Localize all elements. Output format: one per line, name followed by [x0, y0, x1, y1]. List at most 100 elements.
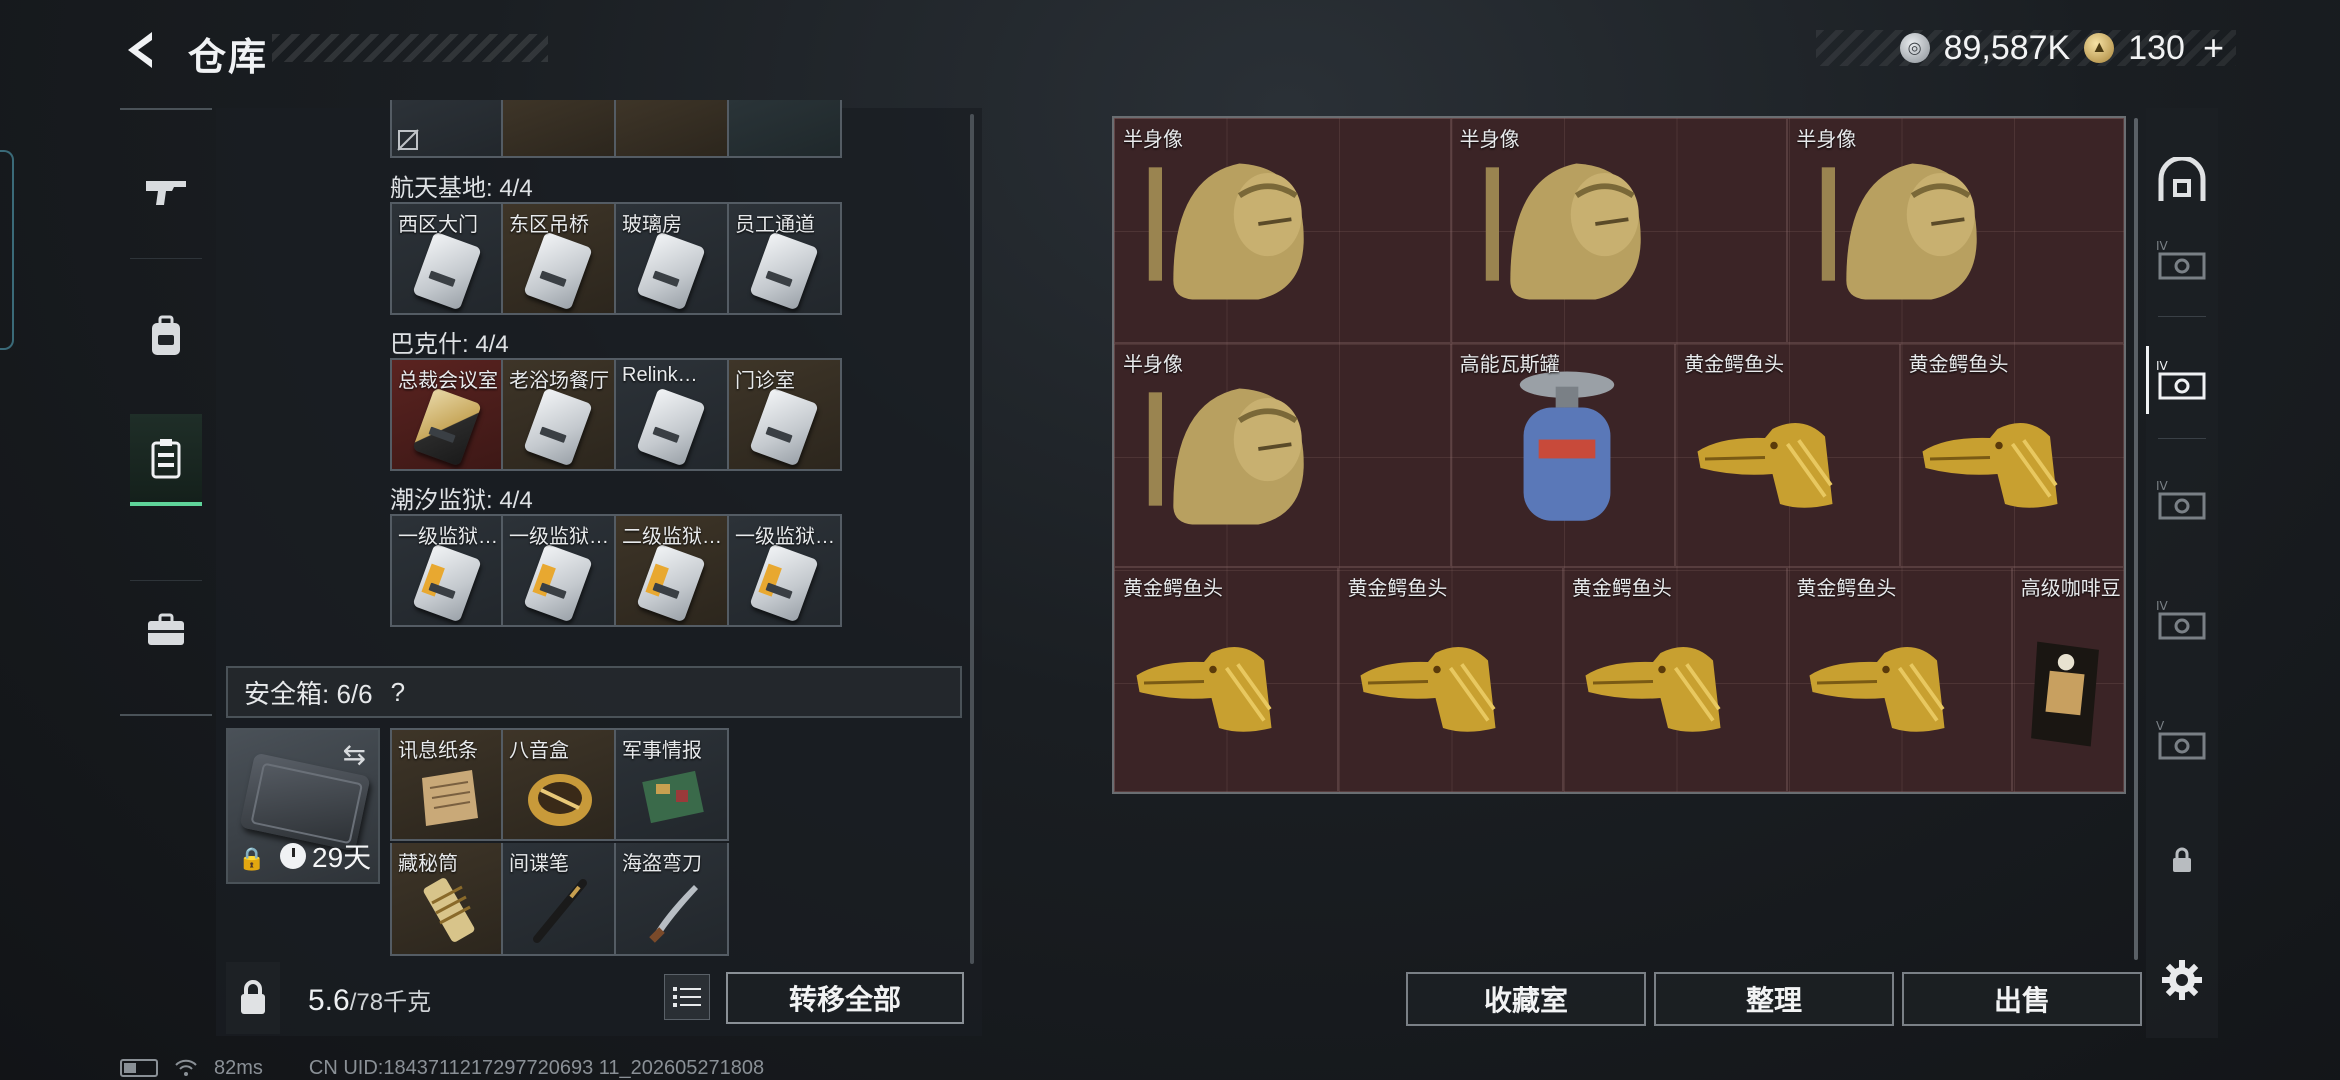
nav-weapons[interactable]	[130, 146, 202, 238]
lock-icon	[2173, 847, 2191, 872]
collection-room-button[interactable]: 收藏室	[1406, 972, 1646, 1026]
side-drawer-handle[interactable]	[0, 150, 14, 350]
keycard-slot[interactable]: 员工通道	[729, 202, 842, 315]
keycard-slot[interactable]: Relink…	[616, 358, 729, 471]
keycard-slot[interactable]: 东区吊桥	[503, 202, 616, 315]
status-bar: 82ms CN UID:1843711217297720693 11_20260…	[120, 1056, 764, 1080]
collection-scrollbar[interactable]	[2134, 118, 2138, 960]
keycard-icon	[636, 231, 706, 311]
svg-text:V: V	[2156, 719, 2165, 733]
collection-item-slot[interactable]: 黄金鳄鱼头	[1562, 567, 1788, 792]
collection-item-slot[interactable]: 黄金鳄鱼头	[1114, 567, 1339, 792]
back-button[interactable]	[112, 24, 172, 76]
add-currency-button[interactable]: +	[2203, 27, 2224, 69]
transfer-all-button[interactable]: 转移全部	[726, 972, 964, 1024]
collection-item-slot[interactable]: 高级咖啡豆	[2011, 567, 2124, 792]
golden-croc-head-icon	[1922, 422, 2058, 508]
tab-container-1[interactable]: IV	[2146, 206, 2218, 314]
safe-item-slot[interactable]: 军事情报	[616, 728, 729, 841]
safe-case-slot[interactable]: ⇆ 🔒 29天	[226, 728, 380, 884]
keycard-slot[interactable]: 一级监狱…	[503, 514, 616, 627]
storage-scrollbar[interactable]	[970, 114, 974, 964]
keycard-icon	[636, 387, 706, 467]
collection-item-slot[interactable]: 半身像	[1114, 118, 1451, 343]
sell-button[interactable]: 出售	[1902, 972, 2142, 1026]
coffee-bag-icon	[2030, 641, 2099, 747]
keycard-slot[interactable]: 一级监狱…	[390, 514, 503, 627]
section-grid: 总裁会议室 老浴场餐厅 Relink… 门诊室	[390, 358, 842, 471]
item-name: 高能瓦斯罐	[1459, 353, 1560, 376]
tab-container-3[interactable]: IV	[2146, 446, 2218, 554]
item-name: 海盗弯刀	[622, 853, 702, 875]
keycard-slot[interactable]: 总裁会议室	[390, 358, 503, 471]
golden-croc-head-icon	[1136, 647, 1272, 733]
item-name: 西区大门	[398, 214, 478, 236]
keycard-slot[interactable]: 一级监狱…	[729, 514, 842, 627]
list-icon	[673, 987, 701, 1007]
safe-item-slot[interactable]: 讯息纸条	[390, 728, 503, 841]
keycard-slot[interactable]: 西区大门	[390, 202, 503, 315]
title-decoration	[272, 34, 548, 62]
collection-item-slot[interactable]: 半身像	[1114, 342, 1451, 568]
collection-grid: 半身像 半身像 半身像 半身像 高能瓦斯罐 黄金鳄鱼头 黄金鳄鱼头 黄金鳄鱼头 …	[1112, 116, 2126, 794]
container-tier-iv-icon: IV	[2156, 359, 2206, 400]
padlock-icon	[241, 980, 265, 1014]
music-box-icon	[528, 774, 592, 826]
keycard-slot[interactable]: 玻璃房	[616, 202, 729, 315]
paper-note-icon	[422, 770, 478, 826]
tab-locked[interactable]	[2146, 806, 2218, 914]
organize-button[interactable]: 整理	[1654, 972, 1894, 1026]
safe-item-slot[interactable]: 八音盒	[503, 728, 616, 841]
keycard-slot[interactable]: 门诊室	[729, 358, 842, 471]
item-name: 黄金鳄鱼头	[1684, 353, 1785, 376]
item-name: 黄金鳄鱼头	[1123, 578, 1223, 601]
safe-item-slot[interactable]: 海盗弯刀	[616, 843, 729, 956]
briefcase-icon	[148, 613, 184, 645]
collection-item-slot[interactable]: 黄金鳄鱼头	[1899, 342, 2124, 568]
svg-text:IV: IV	[2156, 359, 2169, 373]
safe-timer: 29天	[280, 836, 371, 876]
collection-item-slot[interactable]: 半身像	[1787, 118, 2124, 343]
keycard-icon	[412, 543, 482, 623]
section-title: 巴克什: 4/4	[390, 331, 509, 358]
safe-item-slot[interactable]: 藏秘筒	[390, 843, 503, 956]
bust-statue-icon	[1148, 388, 1304, 525]
keycard-slot[interactable]: 二级监狱…	[616, 514, 729, 627]
tab-container-4[interactable]: IV	[2146, 566, 2218, 674]
safe-item-slot[interactable]: 间谍笔	[503, 843, 616, 956]
safe-box-header: 安全箱: 6/6 ?	[226, 666, 962, 718]
gold-coin-icon: ▲	[2084, 33, 2115, 63]
collection-item-slot[interactable]: 黄金鳄鱼头	[1338, 567, 1563, 792]
nav-storage[interactable]	[130, 414, 202, 506]
item-name: 门诊室	[735, 370, 795, 392]
item-name: 玻璃房	[622, 214, 682, 236]
storage-icon	[151, 439, 181, 479]
keycard-icon	[749, 543, 819, 623]
help-icon[interactable]: ?	[391, 677, 405, 708]
collection-item-slot[interactable]: 半身像	[1450, 118, 1788, 343]
nav-tools[interactable]	[130, 584, 202, 676]
list-view-button[interactable]	[664, 974, 710, 1020]
item-name: 一级监狱…	[509, 526, 609, 548]
section-grid: 西区大门 东区吊桥 玻璃房 员工通道	[390, 202, 842, 315]
collection-item-slot[interactable]: 黄金鳄鱼头	[1787, 567, 2012, 792]
collection-item-slot[interactable]: 高能瓦斯罐	[1450, 342, 1676, 568]
weight-display: 5.6/78千克	[308, 982, 431, 1018]
tab-container-2[interactable]: IV	[2146, 326, 2218, 434]
tab-container-5[interactable]: V	[2146, 686, 2218, 794]
swap-icon[interactable]: ⇆	[343, 738, 366, 771]
keycard-slot[interactable]: 老浴场餐厅	[503, 358, 616, 471]
lock-button[interactable]	[226, 962, 280, 1034]
gear-icon	[2162, 960, 2202, 1000]
circuit-board-icon	[642, 770, 704, 824]
container-tier-iv-icon: IV	[2156, 239, 2206, 280]
no-access-icon	[396, 128, 420, 152]
item-name: 员工通道	[735, 214, 815, 236]
collection-item-slot[interactable]: 黄金鳄鱼头	[1675, 342, 1900, 568]
item-name: 讯息纸条	[398, 740, 478, 762]
nav-equipment[interactable]	[130, 290, 202, 382]
settings-button[interactable]	[2152, 950, 2212, 1010]
lock-icon: 🔒	[238, 846, 266, 871]
weight-max: /78千克	[349, 989, 432, 1016]
svg-text:IV: IV	[2156, 239, 2169, 253]
